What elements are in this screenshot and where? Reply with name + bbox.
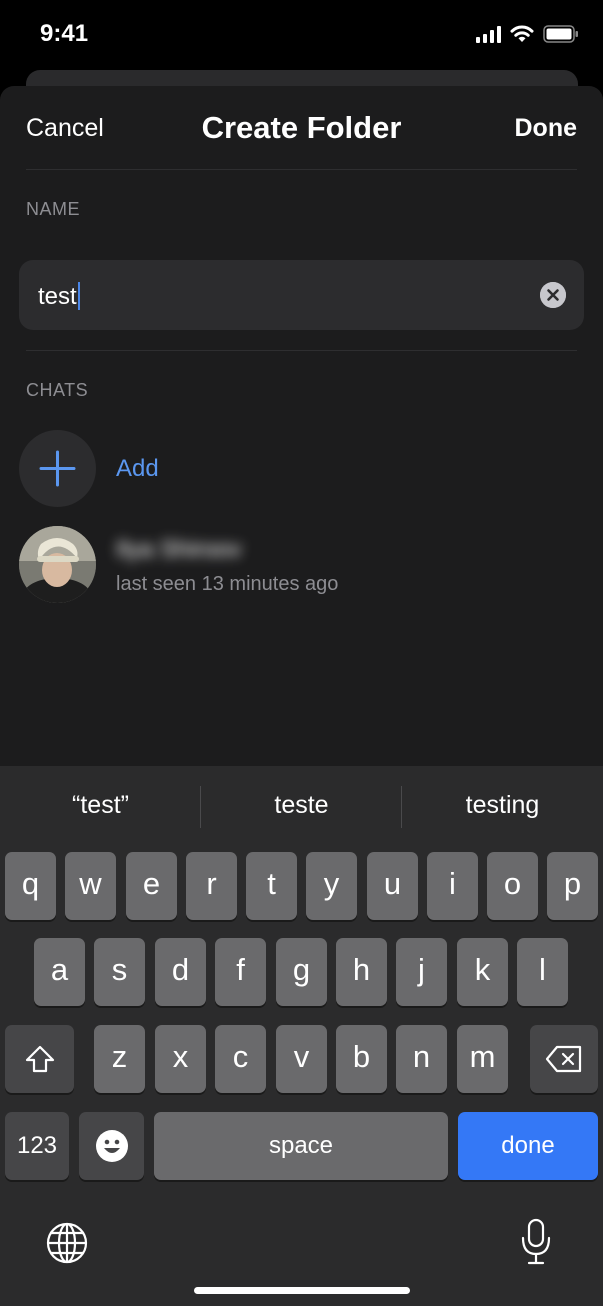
status-bar: 9:41 <box>0 0 603 70</box>
shift-icon <box>25 1045 54 1073</box>
chat-last-seen: last seen 13 minutes ago <box>116 573 339 595</box>
keyboard: “test” teste testing q w e r t y u i o p… <box>0 766 603 1306</box>
battery-icon <box>543 25 578 43</box>
status-time: 9:41 <box>40 20 89 47</box>
suggestion-bar: “test” teste testing <box>0 766 603 846</box>
key-k[interactable]: k <box>457 938 508 1006</box>
key-z[interactable]: z <box>94 1025 145 1093</box>
key-s[interactable]: s <box>94 938 145 1006</box>
done-key[interactable]: done <box>458 1112 598 1180</box>
suggestion-item[interactable]: teste <box>201 791 402 820</box>
key-c[interactable]: c <box>215 1025 266 1093</box>
cancel-button[interactable]: Cancel <box>26 114 104 143</box>
key-l[interactable]: l <box>517 938 568 1006</box>
key-d[interactable]: d <box>155 938 206 1006</box>
key-b[interactable]: b <box>336 1025 387 1093</box>
key-w[interactable]: w <box>65 852 116 920</box>
key-g[interactable]: g <box>276 938 327 1006</box>
key-o[interactable]: o <box>487 852 538 920</box>
create-folder-sheet: Cancel Create Folder Done NAME test CHAT… <box>0 86 603 786</box>
plus-icon <box>39 450 76 487</box>
microphone-icon[interactable] <box>519 1218 553 1266</box>
globe-icon[interactable] <box>45 1221 89 1265</box>
key-m[interactable]: m <box>457 1025 508 1093</box>
chats-section-label: CHATS <box>26 380 89 400</box>
key-t[interactable]: t <box>246 852 297 920</box>
suggestion-item[interactable]: “test” <box>0 791 201 820</box>
chat-list-item[interactable]: Ilya Shiroov last seen 13 minutes ago <box>19 526 579 606</box>
wifi-icon <box>510 25 534 42</box>
navigation-bar: Cancel Create Folder Done <box>0 86 603 170</box>
key-a[interactable]: a <box>34 938 85 1006</box>
space-key[interactable]: space <box>154 1112 448 1180</box>
folder-name-value: test <box>38 283 77 310</box>
text-caret <box>77 282 80 310</box>
numbers-key[interactable]: 123 <box>5 1112 69 1180</box>
add-label: Add <box>116 455 159 482</box>
key-q[interactable]: q <box>5 852 56 920</box>
add-circle <box>19 430 96 507</box>
emoji-key[interactable] <box>79 1112 144 1180</box>
key-i[interactable]: i <box>427 852 478 920</box>
folder-name-field[interactable]: test <box>19 260 584 330</box>
add-chat-button[interactable]: Add <box>19 430 579 510</box>
shift-key[interactable] <box>5 1025 74 1093</box>
avatar <box>19 526 96 603</box>
chat-name: Ilya Shiroov <box>116 536 242 563</box>
divider <box>26 169 577 170</box>
key-h[interactable]: h <box>336 938 387 1006</box>
clear-icon[interactable] <box>540 282 566 308</box>
key-u[interactable]: u <box>367 852 418 920</box>
key-r[interactable]: r <box>186 852 237 920</box>
key-v[interactable]: v <box>276 1025 327 1093</box>
key-x[interactable]: x <box>155 1025 206 1093</box>
divider <box>26 350 577 351</box>
signal-icon <box>476 25 501 43</box>
name-section-label: NAME <box>26 199 81 219</box>
suggestion-item[interactable]: testing <box>402 791 603 820</box>
key-j[interactable]: j <box>396 938 447 1006</box>
key-n[interactable]: n <box>396 1025 447 1093</box>
status-icons <box>476 24 579 44</box>
backspace-icon <box>545 1045 582 1073</box>
key-y[interactable]: y <box>306 852 357 920</box>
backspace-key[interactable] <box>530 1025 598 1093</box>
folder-name-input[interactable]: test <box>38 282 80 311</box>
key-p[interactable]: p <box>547 852 598 920</box>
key-f[interactable]: f <box>215 938 266 1006</box>
home-indicator <box>194 1287 410 1294</box>
emoji-icon <box>95 1130 128 1162</box>
done-button[interactable]: Done <box>515 114 578 143</box>
key-e[interactable]: e <box>126 852 177 920</box>
